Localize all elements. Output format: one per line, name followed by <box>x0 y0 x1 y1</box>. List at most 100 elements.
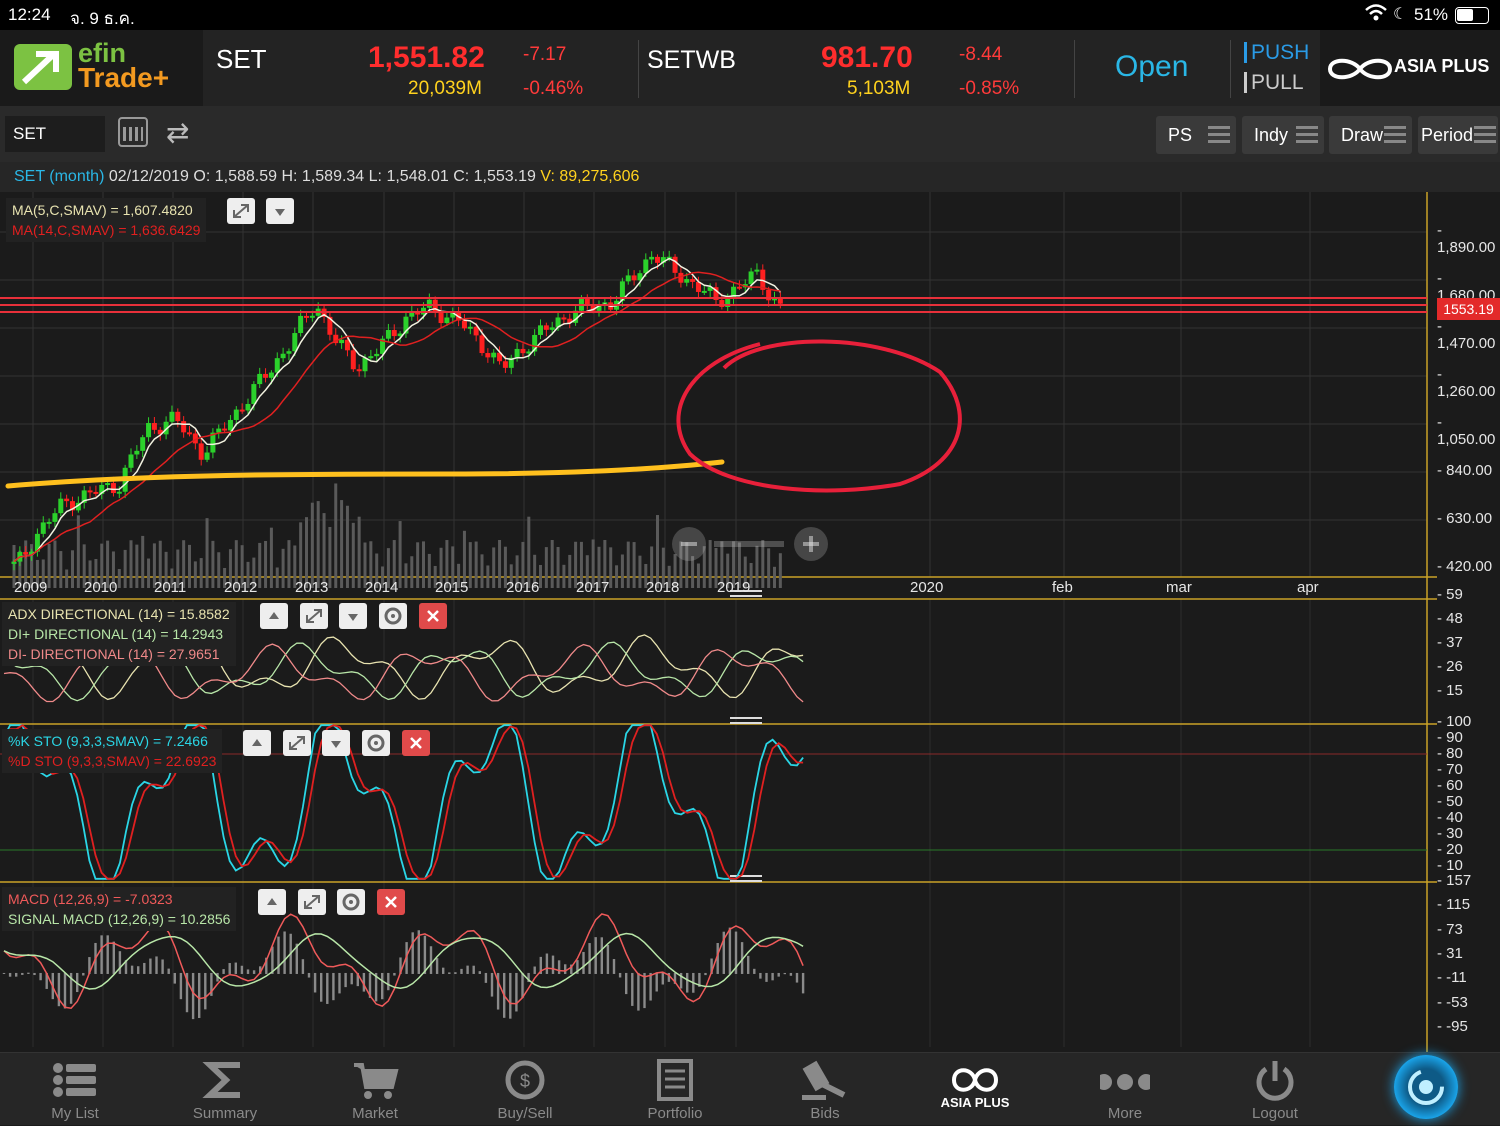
volume-bar <box>305 517 308 588</box>
macd-histogram-bar <box>661 972 664 985</box>
push-button[interactable]: PUSH <box>1244 42 1309 63</box>
macd-histogram-bar <box>332 972 335 1001</box>
candle-body <box>350 350 356 370</box>
macd-histogram-bar <box>765 972 768 982</box>
set-quote[interactable]: SET 1,551.82 -7.17 20,039M -0.46% <box>203 30 638 106</box>
candle-body <box>561 317 567 320</box>
period-button[interactable]: Period <box>1418 116 1498 154</box>
nav-market[interactable]: Market <box>300 1053 450 1126</box>
macd-histogram-bar <box>27 972 30 974</box>
close-icon[interactable] <box>402 730 430 756</box>
x-axis-label: 2017 <box>576 579 610 596</box>
move-down-icon[interactable] <box>266 198 294 224</box>
setwb-price: 981.70 <box>821 41 913 74</box>
candle-body <box>227 419 233 431</box>
volume-bar <box>199 558 203 588</box>
indy-label: Indy <box>1254 125 1289 145</box>
expand-icon[interactable] <box>300 603 328 629</box>
nav-bids[interactable]: Bids <box>750 1053 900 1126</box>
candle-body <box>538 325 543 335</box>
zoom-slider[interactable] <box>714 541 784 547</box>
setwb-change: -8.44 <box>959 44 1003 65</box>
volume-bar <box>357 516 361 588</box>
macd-histogram-bar <box>747 955 750 974</box>
setwb-quote[interactable]: SETWB 981.70 -8.44 5,103M -0.85% <box>639 30 1074 106</box>
zoom-out-button[interactable] <box>672 527 706 561</box>
nav-summary[interactable]: Summary <box>150 1053 300 1126</box>
volume-bar <box>269 527 273 588</box>
macd-histogram-bar <box>631 972 634 1006</box>
volume-bar <box>562 564 566 588</box>
candle-body <box>479 335 485 354</box>
move-down-icon[interactable] <box>322 730 350 756</box>
y-axis-label: - 31 <box>1437 944 1463 962</box>
refresh-icon[interactable]: ⇄ <box>166 116 189 149</box>
symbol-input[interactable]: SET <box>5 116 105 152</box>
candle-body <box>251 384 257 404</box>
macd-histogram-bar <box>625 972 628 995</box>
wifi-icon <box>1365 3 1387 28</box>
candle-body <box>520 348 526 354</box>
settings-gear-icon[interactable] <box>337 889 365 915</box>
candle-body <box>280 353 286 359</box>
nav-label: More <box>1107 1105 1143 1122</box>
macd-histogram-bar <box>33 972 36 976</box>
volume-bar <box>59 551 63 588</box>
candle-body <box>643 259 649 274</box>
volume-bar <box>188 544 191 588</box>
macd-histogram-bar <box>600 937 603 974</box>
x-axis-label: feb <box>1052 579 1073 596</box>
nav-buy-sell[interactable]: $ Buy/Sell <box>450 1053 600 1126</box>
volume-bar <box>404 563 408 588</box>
candle-body <box>274 358 280 373</box>
candle-body <box>216 428 222 433</box>
pull-button[interactable]: PULL <box>1244 72 1304 93</box>
candle-body <box>187 432 192 435</box>
macd-histogram-bar <box>759 972 762 979</box>
volume-bar <box>345 505 349 588</box>
move-up-icon[interactable] <box>258 889 286 915</box>
asia-plus-logo: ASIA PLUS <box>1320 30 1500 106</box>
expand-icon[interactable] <box>283 730 311 756</box>
nav-logout[interactable]: Logout <box>1200 1053 1350 1126</box>
draw-button[interactable]: Draw <box>1329 116 1412 154</box>
macd-legend: MACD (12,26,9) = -7.0323 SIGNAL MACD (12… <box>2 887 237 931</box>
floating-menu-button[interactable] <box>1394 1055 1458 1119</box>
expand-icon[interactable] <box>227 198 255 224</box>
nav-my-list[interactable]: My List <box>0 1053 150 1126</box>
logo-text-bottom: Trade+ <box>78 62 170 93</box>
zoom-in-button[interactable] <box>794 527 828 561</box>
candle-body <box>754 269 760 272</box>
close-icon[interactable] <box>377 889 405 915</box>
y-axis-label: - 60 <box>1437 777 1463 794</box>
settings-gear-icon[interactable] <box>379 603 407 629</box>
move-up-icon[interactable] <box>260 603 288 629</box>
settings-gear-icon[interactable] <box>362 730 390 756</box>
volume-bar <box>205 518 209 588</box>
nav-portfolio[interactable]: Portfolio <box>600 1053 750 1126</box>
volume-bar <box>351 522 355 588</box>
chart-area[interactable]: MA(5,C,SMAV) = 1,607.4820 MA(14,C,SMAV) … <box>0 192 1500 1052</box>
candle-body <box>684 279 690 283</box>
candle-body <box>286 351 292 354</box>
move-down-icon[interactable] <box>339 603 367 629</box>
macd-histogram-bar <box>2 972 6 974</box>
macd-histogram-bar <box>509 972 512 1019</box>
macd-histogram-bar <box>155 956 158 974</box>
y-axis-label: - 80 <box>1437 745 1463 762</box>
expand-icon[interactable] <box>298 889 326 915</box>
candle-body <box>93 491 99 494</box>
close-icon[interactable] <box>419 603 447 629</box>
nav-asia-plus[interactable]: ASIA PLUS <box>900 1053 1050 1126</box>
calendar-icon[interactable] <box>118 117 148 147</box>
indy-button[interactable]: Indy <box>1242 116 1324 154</box>
macd-histogram-bar <box>277 936 280 974</box>
candle-body <box>701 290 707 293</box>
volume-bar <box>129 540 133 588</box>
macd-histogram-bar <box>442 967 445 974</box>
ps-button[interactable]: PS <box>1156 116 1236 154</box>
y-axis-label: - 26 <box>1437 658 1463 675</box>
move-up-icon[interactable] <box>243 730 271 756</box>
candle-body <box>584 298 590 305</box>
nav-more[interactable]: More <box>1050 1053 1200 1126</box>
